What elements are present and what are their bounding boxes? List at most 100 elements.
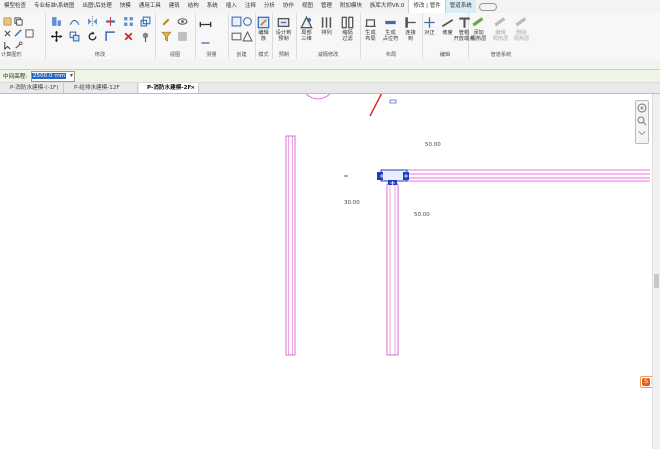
design-to-fab-button[interactable]: 设计到 预制 [274, 16, 293, 42]
ribbon-tab-14[interactable]: 附加模块 [336, 0, 366, 13]
panel-create: 创建 [228, 13, 256, 59]
cut-icon[interactable] [3, 29, 12, 38]
sort-icon [321, 17, 332, 28]
tee-fitting[interactable] [377, 169, 409, 185]
split-icon[interactable] [105, 16, 116, 27]
justify-icon [424, 17, 435, 28]
slope-label: 坡度 [442, 30, 453, 36]
panel-edit: 对正 坡度 管帽 开放端点 编辑 [420, 13, 474, 59]
ribbon-tab-12[interactable]: 视图 [298, 0, 317, 13]
panel-piping-systems: 添加 隔热层 编辑 隔热层 删除 隔热层 管道系统 [468, 13, 534, 59]
add-insulation-button[interactable]: 添加 隔热层 [469, 16, 488, 42]
doc-tab-3[interactable]: P-消防水建模-2F × [139, 83, 199, 93]
rotate-icon[interactable] [87, 31, 98, 42]
ribbon-tab-5[interactable]: 建筑 [165, 0, 184, 13]
rem-ins-label-2: 隔热层 [513, 36, 530, 42]
middle-elevation-label: 中间高程: [3, 74, 28, 80]
trim-icon[interactable] [105, 31, 116, 42]
annotation-arrow [369, 53, 403, 117]
chevron-down-icon[interactable] [638, 129, 646, 137]
middle-elevation-field[interactable]: 2500.0 mm ▾ [31, 71, 75, 82]
doc-tab-2[interactable]: P-给排水建模-12F [66, 83, 138, 93]
panel-label-measure: 测量 [206, 52, 217, 58]
override-icon[interactable] [177, 31, 188, 42]
ribbon-tab-16[interactable]: 修改 | 管件 [408, 0, 446, 13]
paste-icon[interactable] [3, 17, 12, 26]
steering-wheel-icon[interactable] [637, 103, 647, 113]
panel-layout: 生成 布局 生成 占位符 连接 到 布局 [360, 13, 423, 59]
zoom-icon[interactable] [637, 116, 647, 126]
ribbon-tab-11[interactable]: 协作 [279, 0, 298, 13]
pin-icon[interactable] [140, 31, 151, 42]
ribbon-tab-15[interactable]: 族库大师V6.0 [366, 0, 409, 13]
scroll-thumb[interactable] [654, 274, 659, 288]
ribbon-tab-13[interactable]: 管理 [317, 0, 336, 13]
remove-insulation-button[interactable]: 删除 隔热层 [512, 16, 531, 42]
assembly-icon[interactable] [242, 31, 253, 42]
chevron-down-icon[interactable]: ▾ [70, 72, 73, 79]
ribbon-tab-10[interactable]: 分析 [260, 0, 279, 13]
panel-label-piping-systems: 管道系统 [490, 52, 512, 58]
wrench-icon[interactable] [14, 41, 23, 50]
close-icon[interactable]: × [190, 83, 195, 93]
copy-icon[interactable] [14, 17, 23, 26]
filter-icon[interactable] [161, 31, 172, 42]
copy-element-icon[interactable] [69, 31, 80, 42]
mirror-icon[interactable] [87, 16, 98, 27]
doc-tab-3-label: P-消防水建模-2F [147, 85, 192, 91]
create-similar-icon[interactable] [242, 16, 253, 27]
dimension-icon[interactable] [199, 35, 212, 45]
doc-tab-1[interactable]: P-消防水建模-(-1F) [2, 83, 64, 93]
ribbon-tab-9[interactable]: 注释 [241, 0, 260, 13]
local-3d-button[interactable]: 局部 三维 [297, 16, 316, 42]
vertical-scrollbar[interactable] [652, 94, 660, 449]
drawing-canvas[interactable]: 50.00 30.00 50.00 S英 [0, 53, 660, 449]
edit-family-button[interactable]: 编辑 族 [254, 16, 273, 42]
panel-label-insulation: 减隔修改 [317, 52, 339, 58]
select-icon[interactable] [3, 41, 12, 50]
measure-icon[interactable] [199, 18, 212, 31]
delete-icon[interactable] [123, 31, 134, 42]
array-icon[interactable] [123, 16, 134, 27]
left-vertical-pipe[interactable] [285, 135, 296, 356]
panel-label-layout: 布局 [385, 52, 397, 58]
ribbon-tab-2[interactable]: 出图\后处理 [78, 0, 115, 13]
ribbon-tab-0[interactable]: 模型检查 [0, 0, 30, 13]
create-group-icon[interactable] [231, 16, 242, 27]
ribbon-toggle-icon[interactable] [478, 2, 497, 11]
panel-insulation-modify: 局部 三维 排列 缩隔 过滤 减隔修改 [296, 13, 361, 59]
generate-placeholder-button[interactable]: 生成 占位符 [381, 16, 400, 42]
generate-layout-button[interactable]: 生成 布局 [361, 16, 380, 42]
insulation-filter-button[interactable]: 缩隔 过滤 [338, 16, 357, 42]
connect-label-2: 到 [407, 36, 414, 42]
ribbon-tab-3[interactable]: 快模 [116, 0, 135, 13]
horizontal-pipe[interactable] [400, 169, 650, 182]
align-icon[interactable] [51, 16, 62, 27]
hide-icon[interactable] [177, 16, 188, 27]
arc-element[interactable] [305, 93, 331, 100]
sort-button[interactable]: 排列 [317, 16, 336, 36]
justify-button[interactable]: 对正 [420, 16, 439, 36]
sogou-icon: S [642, 378, 650, 386]
ribbon-tab-6[interactable]: 结构 [184, 0, 203, 13]
ribbon-tab-1[interactable]: 专业标准\系统图 [30, 0, 78, 13]
ribbon-tab-8[interactable]: 插入 [222, 0, 241, 13]
brush-icon[interactable] [161, 16, 172, 27]
dimension-label-left: 30.00 [344, 200, 360, 206]
center-vertical-pipe[interactable] [386, 183, 399, 356]
move-icon[interactable] [51, 31, 62, 42]
scale-icon[interactable] [140, 16, 151, 27]
panel-fabrication: 设计到 预制 预制 [272, 13, 297, 59]
panel-label-left: 计算图形 [1, 52, 22, 58]
edit-insulation-button[interactable]: 编辑 隔热层 [491, 16, 510, 42]
ribbon-tab-17[interactable]: 管道系统 [445, 0, 476, 13]
connect-to-button[interactable]: 连接 到 [401, 16, 420, 42]
parts-icon[interactable] [231, 31, 242, 42]
offset-icon[interactable] [69, 16, 80, 27]
dimension-label-top: 50.00 [425, 142, 441, 148]
match-icon[interactable] [14, 29, 23, 38]
ribbon-tab-7[interactable]: 系统 [203, 0, 222, 13]
generate-placeholder-icon [385, 20, 396, 25]
ribbon-tab-4[interactable]: 通用工具 [135, 0, 165, 13]
join-icon[interactable] [25, 29, 34, 38]
